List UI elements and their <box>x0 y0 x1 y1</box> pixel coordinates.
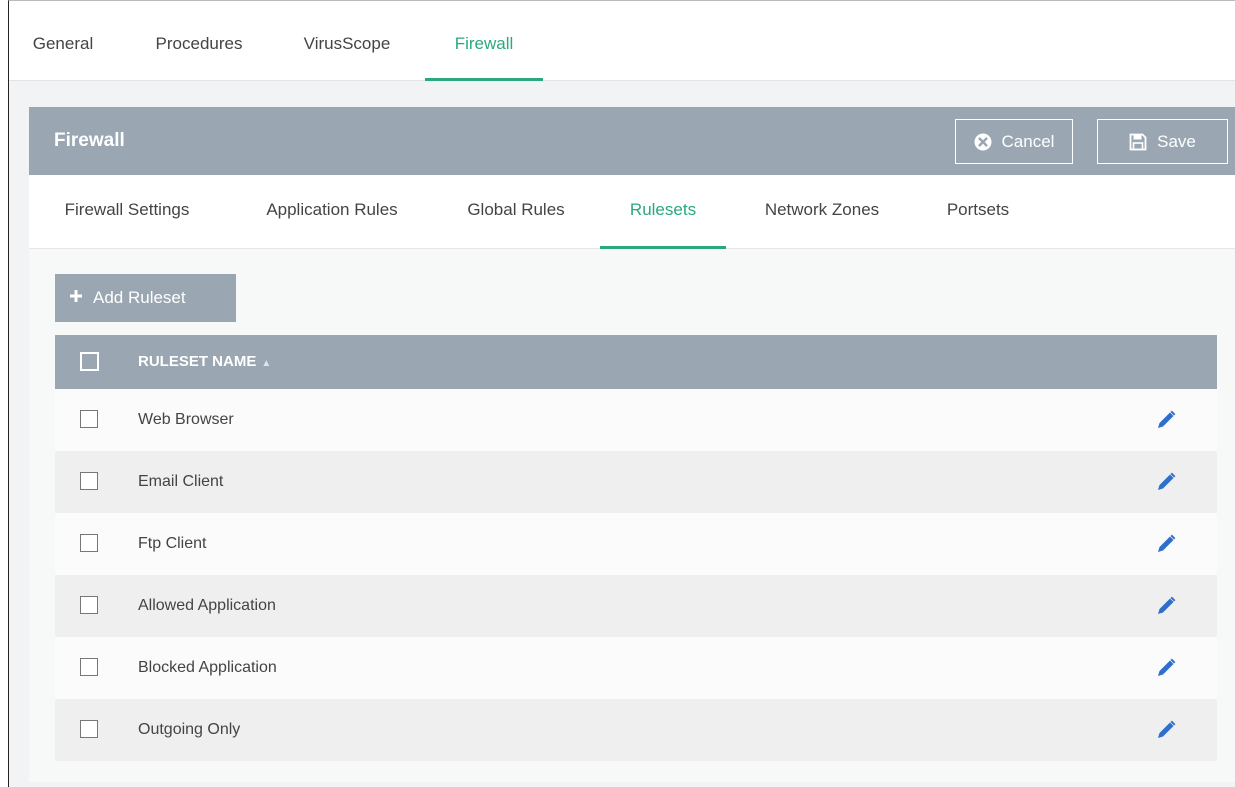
row-checkbox[interactable] <box>80 534 98 552</box>
table-header: RULESET NAME ▲︎ <box>55 335 1217 389</box>
pencil-icon[interactable] <box>1155 533 1177 555</box>
row-checkbox[interactable] <box>80 472 98 490</box>
select-all-checkbox[interactable] <box>80 352 99 371</box>
plus-icon <box>69 288 83 308</box>
row-checkbox[interactable] <box>80 596 98 614</box>
table-row: Outgoing Only <box>55 699 1217 761</box>
ruleset-name[interactable]: Ftp Client <box>138 513 206 575</box>
row-checkbox[interactable] <box>80 410 98 428</box>
table-row: Blocked Application <box>55 637 1217 699</box>
table-row: Allowed Application <box>55 575 1217 637</box>
tab-general[interactable]: General <box>23 1 103 81</box>
floppy-disk-icon <box>1129 133 1147 151</box>
pencil-icon[interactable] <box>1155 471 1177 493</box>
tab-network-zones[interactable]: Network Zones <box>749 175 895 249</box>
tab-virusscope[interactable]: VirusScope <box>289 1 405 81</box>
column-header-label: RULESET NAME <box>138 353 257 370</box>
pencil-icon[interactable] <box>1155 595 1177 617</box>
sort-icon[interactable]: ▲︎ <box>261 358 271 369</box>
ruleset-name[interactable]: Outgoing Only <box>138 699 240 761</box>
panel-title: Firewall <box>54 130 125 151</box>
add-ruleset-label: Add Ruleset <box>93 288 186 307</box>
column-header-ruleset-name[interactable]: RULESET NAME ▲︎ <box>138 335 271 391</box>
tab-procedures[interactable]: Procedures <box>137 1 261 81</box>
row-checkbox[interactable] <box>80 720 98 738</box>
save-label: Save <box>1157 131 1196 151</box>
ruleset-name[interactable]: Allowed Application <box>138 575 276 637</box>
save-button[interactable]: Save <box>1097 119 1228 164</box>
top-tab-bar: General Procedures VirusScope Firewall <box>9 1 1235 81</box>
table-row: Ftp Client <box>55 513 1217 575</box>
row-checkbox[interactable] <box>80 658 98 676</box>
tab-firewall-settings[interactable]: Firewall Settings <box>51 175 203 249</box>
tab-application-rules[interactable]: Application Rules <box>251 175 413 249</box>
table-row: Email Client <box>55 451 1217 513</box>
panel-header: Firewall Cancel Save <box>29 107 1235 175</box>
ruleset-table: RULESET NAME ▲︎ Web Browser Email Client <box>55 335 1217 761</box>
firewall-panel: Firewall Cancel Save Firewall Settings A… <box>29 107 1235 782</box>
table-row: Web Browser <box>55 389 1217 451</box>
app-frame: General Procedures VirusScope Firewall F… <box>8 0 1235 787</box>
tab-firewall[interactable]: Firewall <box>425 1 543 81</box>
add-ruleset-button[interactable]: Add Ruleset <box>55 274 236 322</box>
sub-tab-bar: Firewall Settings Application Rules Glob… <box>29 175 1235 249</box>
ruleset-name[interactable]: Blocked Application <box>138 637 277 699</box>
x-circle-icon <box>974 133 992 151</box>
pencil-icon[interactable] <box>1155 409 1177 431</box>
tab-rulesets[interactable]: Rulesets <box>600 175 726 249</box>
tab-portsets[interactable]: Portsets <box>929 175 1027 249</box>
tab-global-rules[interactable]: Global Rules <box>457 175 575 249</box>
ruleset-name[interactable]: Web Browser <box>138 389 234 451</box>
pencil-icon[interactable] <box>1155 719 1177 741</box>
ruleset-name[interactable]: Email Client <box>138 451 223 513</box>
cancel-button[interactable]: Cancel <box>955 119 1073 164</box>
pencil-icon[interactable] <box>1155 657 1177 679</box>
cancel-label: Cancel <box>1001 131 1055 151</box>
